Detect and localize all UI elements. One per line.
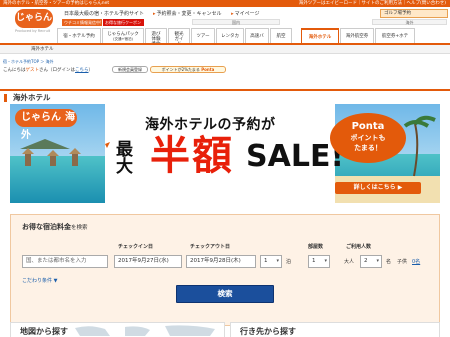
site-tagline: 日本最大級の宿・ホテル予約サイト: [64, 11, 145, 17]
children-count-link[interactable]: 0名: [412, 258, 420, 265]
greeting-close: ）: [88, 68, 94, 73]
checkin-label: チェックイン日: [118, 244, 154, 250]
checkout-date-field[interactable]: 2017年9月28日(木): [186, 255, 256, 268]
ponta-badge-line1: ポイントも: [350, 134, 386, 142]
top-bar: 海外のホテル・航空券・ツアーの予約はじゃらんnet 海外ツアーはエイビーロード｜…: [0, 0, 450, 7]
register-link[interactable]: 新規会員登録: [112, 66, 148, 73]
children-label: 子供: [397, 259, 408, 265]
banner-max: 最大: [112, 140, 132, 174]
checkout-label: チェックアウト日: [190, 244, 231, 250]
top-bar-text: 海外のホテル・航空券・ツアーの予約はじゃらんnet: [3, 1, 110, 6]
destination-input[interactable]: 国、または都市名を入力: [22, 255, 108, 268]
section-title: 海外ホテル: [0, 89, 450, 103]
advanced-conditions-toggle[interactable]: こだわり条件 ▼: [22, 277, 57, 284]
nav-flight[interactable]: 航空券: [270, 28, 292, 55]
nav-overseas-hotel-label: 海外ホテル: [308, 35, 332, 40]
mypage-link[interactable]: マイページ: [231, 11, 259, 17]
reservation-inquiry-link[interactable]: 予約照会・変更・キャンセル: [153, 11, 222, 17]
jalan-logo[interactable]: じゃらん: [15, 9, 53, 28]
nav-rentacar[interactable]: レンタカー: [216, 28, 244, 55]
golf-reservation-link[interactable]: ゴルフ場予約: [380, 9, 448, 18]
nights-unit: 泊: [286, 259, 292, 265]
nights-select[interactable]: 1: [260, 255, 282, 268]
subnav-tab-overseas-hotel[interactable]: 海外ホテル: [31, 46, 54, 52]
guests-label: ご利用人数: [346, 244, 372, 250]
banner-detail-button[interactable]: 詳しくはこちら ▶: [335, 182, 421, 194]
destination-search-title: 行き先から探す: [240, 327, 296, 336]
ponta-points-text: ポイントが2%たまる: [161, 67, 200, 72]
nav-highway-bus[interactable]: 高速バス: [245, 28, 269, 55]
breadcrumb[interactable]: 宿・ホテル予約TOP ＞ 海外: [3, 59, 54, 65]
greeting-guest: ゲスト: [25, 68, 40, 73]
ponta-points-link[interactable]: ポイントが2%たまる Ponta: [150, 66, 226, 73]
nav-tour-label: ツアー: [196, 34, 210, 39]
nav-tour[interactable]: ツアー: [191, 28, 215, 44]
nav-hotel-label: 宿・ホテル予約: [63, 34, 95, 39]
search-title-suffix: を検索: [71, 225, 88, 231]
nav-jalan-pack-sub: (交通+宿泊): [113, 37, 133, 41]
greeting-prefix: こんにちは: [3, 68, 26, 73]
ponta-badge-brand: Ponta: [351, 121, 385, 132]
search-button[interactable]: 検索: [176, 285, 274, 303]
banner-headline: 海外ホテルの予約が: [145, 117, 276, 133]
world-map-graphic: [75, 325, 215, 336]
top-bar-links[interactable]: 海外ツアーはエイビーロード｜サイトのご利用方法｜ヘルプ(問い合わせ): [299, 0, 446, 7]
ponta-brand: Ponta: [201, 67, 215, 72]
rooms-select[interactable]: 1: [308, 255, 330, 268]
main-nav: 宿・ホテル予約 じゃらんパック(交通+宿泊) 遊び体験予約 観光ガイド ツアー …: [57, 25, 416, 55]
search-title: お得な宿泊料金を検索: [22, 222, 88, 232]
logo-subtext: Produced by Recruit: [15, 29, 51, 33]
nav-activity[interactable]: 遊び体験予約: [145, 28, 167, 47]
ponta-badge-line2: たまる！: [354, 144, 382, 152]
search-title-main: お得な宿泊料金: [22, 223, 71, 231]
adults-label: 大人: [344, 259, 355, 265]
greeting-suffix: さん（ログインは: [39, 68, 75, 73]
login-link[interactable]: こちら: [75, 68, 89, 73]
banner-logo-text: じゃらん: [21, 112, 61, 123]
nav-overseas-flight[interactable]: 海外航空券: [340, 28, 374, 44]
nav-sightseeing[interactable]: 観光ガイド: [168, 28, 190, 47]
adults-select[interactable]: 2: [360, 255, 382, 268]
ponta-badge: Ponta ポイントも たまる！: [330, 113, 406, 163]
greeting: こんにちはゲストさん（ログインはこちら）: [3, 67, 93, 73]
checkin-date-field[interactable]: 2017年9月27日(水): [114, 255, 182, 268]
nav-jalan-pack[interactable]: じゃらんパック (交通+宿泊): [102, 28, 144, 44]
nav-overseas-flight-label: 海外航空券: [345, 34, 369, 39]
nav-hotel[interactable]: 宿・ホテル予約: [57, 28, 101, 44]
nav-overseas-hotel[interactable]: 海外ホテル: [301, 28, 339, 44]
rooms-label: 部屋数: [308, 244, 324, 250]
header-links: 予約照会・変更・キャンセル マイページ: [153, 10, 268, 17]
nav-flight-hotel[interactable]: 航空券+ホテル: [375, 28, 415, 55]
adults-unit: 名: [386, 259, 392, 265]
banner-half-price: 半額: [150, 133, 234, 179]
banner-logo: じゃらん 海外: [15, 109, 77, 141]
promo-banner[interactable]: じゃらん 海外 海外ホテルの予約が 最大 半額 SALE! Ponta ポイントも…: [10, 104, 440, 203]
sub-nav-bar: [0, 45, 450, 54]
map-search-title: 地図から探す: [20, 327, 68, 336]
